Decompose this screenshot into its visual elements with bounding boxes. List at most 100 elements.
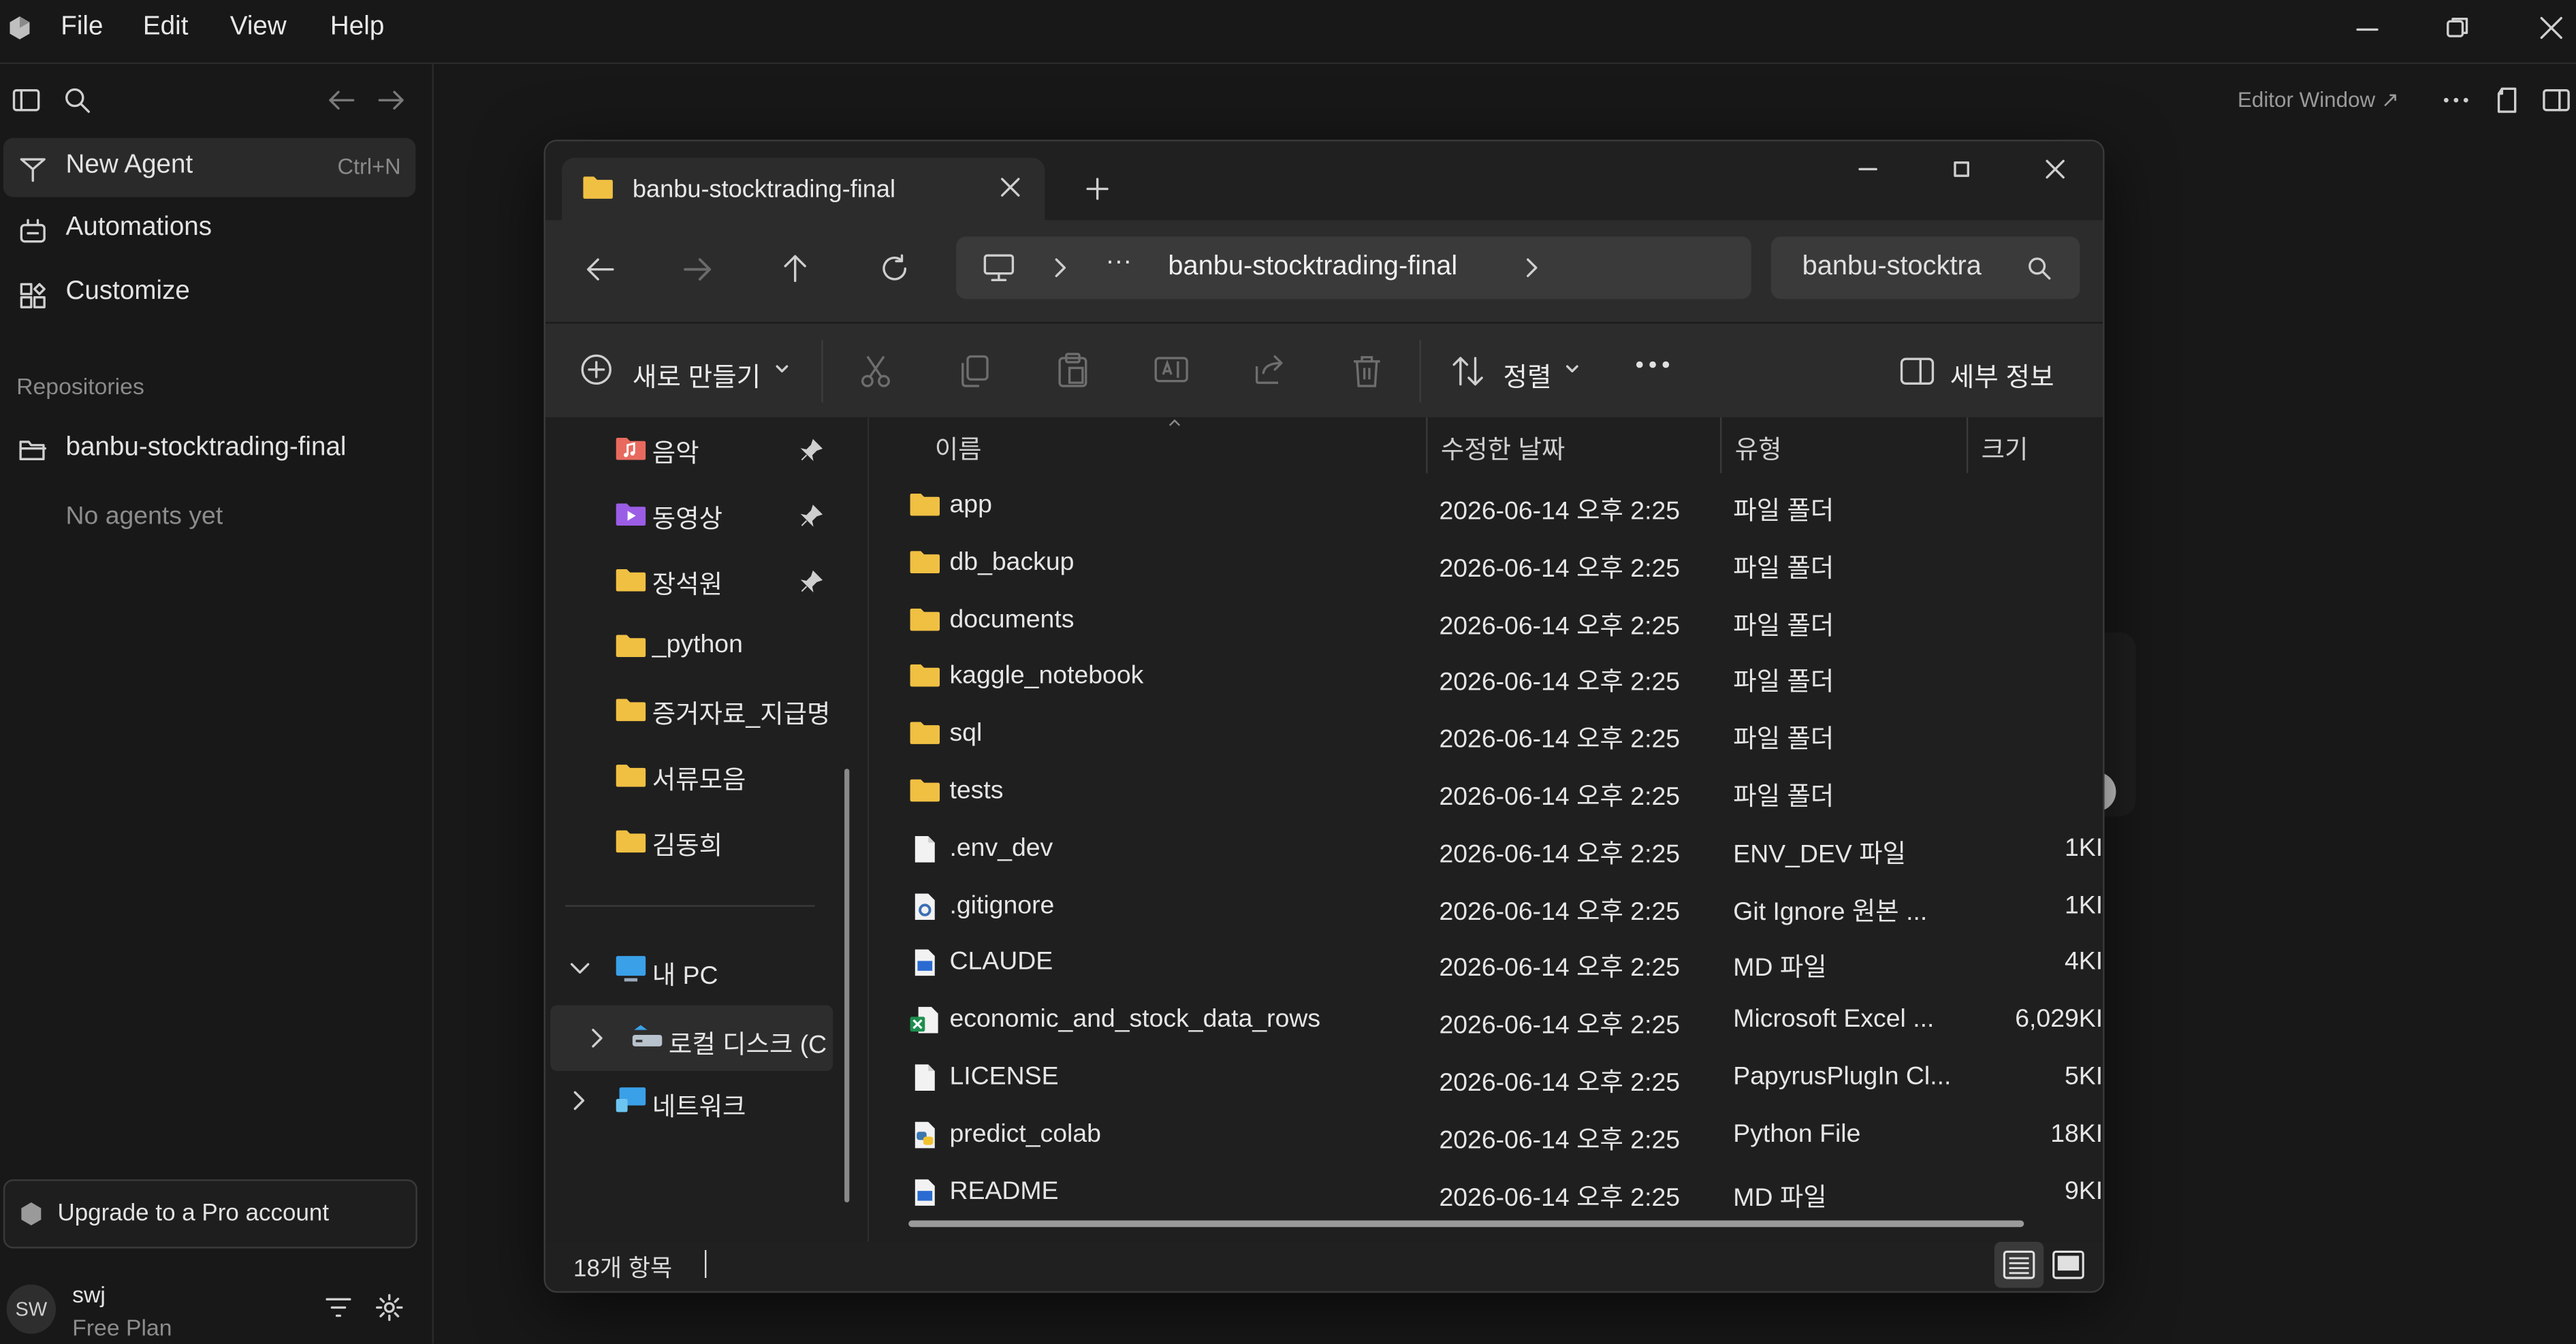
column-size[interactable]: 크기 [1982,430,2029,466]
menu-view[interactable]: View [230,13,287,42]
menu-help[interactable]: Help [330,13,384,42]
file-row[interactable]: kaggle_notebook 2026-06-14 오후 2:25 파일 폴더 [869,650,2103,707]
pin-icon[interactable] [800,438,823,462]
repository-item[interactable]: banbu-stocktrading-final [3,421,416,480]
new-agent-button[interactable]: New Agent Ctrl+N [3,138,416,197]
details-view-button[interactable] [1994,1241,2044,1288]
panel-toggle-icon[interactable] [2541,85,2571,114]
file-row[interactable]: db_backup 2026-06-14 오후 2:25 파일 폴더 [869,535,2103,592]
search-icon[interactable] [63,85,92,114]
details-pane-button[interactable]: 세부 정보 [1884,337,2078,403]
pin-icon[interactable] [800,505,823,528]
nav-item-label: 음악 [652,440,699,468]
nav-item-label: 김동희 [652,833,723,861]
horizontal-scrollbar[interactable] [908,1220,2024,1228]
chevron-right-icon[interactable] [572,1089,588,1113]
refresh-icon[interactable] [879,253,910,285]
column-separator[interactable] [1719,417,1722,473]
menu-edit[interactable]: Edit [143,13,189,42]
filter-icon[interactable] [323,1294,353,1321]
new-file-icon[interactable] [2494,85,2520,114]
chevron-right-icon[interactable] [590,1027,606,1050]
folder-icon [614,566,647,593]
pin-icon[interactable] [800,570,823,593]
file-row[interactable]: economic_and_stock_data_rows 2026-06-14 오… [869,993,2103,1050]
sort-indicator-icon [1166,417,1183,427]
file-row[interactable]: sql 2026-06-14 오후 2:25 파일 폴더 [869,707,2103,764]
customize-button[interactable]: Customize [3,264,416,323]
settings-gear-icon[interactable] [375,1293,404,1322]
paste-icon[interactable] [1056,351,1089,387]
thumbnail-view-icon[interactable] [2052,1250,2084,1279]
breadcrumb-current[interactable]: banbu-stocktrading-final [1168,251,1457,283]
chevron-down-icon[interactable] [569,961,592,977]
menu-file[interactable]: File [61,13,103,42]
file-row[interactable]: CLAUDE 2026-06-14 오후 2:25 MD 파일 4KI [869,935,2103,993]
folder-icon [908,491,941,517]
tree-item-network[interactable]: 네트워크 [545,1079,835,1122]
customize-icon [18,281,48,310]
sidebar-toggle-icon[interactable] [12,87,41,114]
navigation-bar: ··· banbu-stocktrading-final banbu-stock… [545,220,2103,322]
file-modified: 2026-06-14 오후 2:25 [1439,498,1681,526]
gear-file-icon [908,891,941,921]
delete-icon[interactable] [1350,353,1383,389]
sort-button[interactable]: 정렬 [1441,337,1592,403]
breadcrumb-ellipsis[interactable]: ··· [1106,248,1132,277]
minimize-icon[interactable] [2354,16,2381,43]
file-row[interactable]: LICENSE 2026-06-14 오후 2:25 PapyrusPlugIn C… [869,1050,2103,1107]
column-separator[interactable] [1426,417,1428,473]
explorer-close-icon[interactable] [2044,158,2067,181]
video-folder-icon [614,501,647,528]
file-row[interactable]: app 2026-06-14 오후 2:25 파일 폴더 [869,478,2103,535]
back-arrow-icon[interactable] [327,87,356,114]
sort-label: 정렬 [1503,364,1552,393]
search-field[interactable]: banbu-stocktra [1770,236,2080,300]
more-options-icon[interactable] [2441,85,2470,114]
restore-icon[interactable] [2445,15,2471,42]
file-row[interactable]: predict_colab 2026-06-14 오후 2:25 Python Fi… [869,1107,2103,1164]
see-more-icon[interactable] [1635,358,1671,371]
file-row[interactable]: README 2026-06-14 오후 2:25 MD 파일 9KI [869,1164,2103,1221]
explorer-tab[interactable]: banbu-stocktrading-final [562,157,1045,224]
cut-icon[interactable] [859,353,892,389]
copy-icon[interactable] [958,353,991,389]
search-icon[interactable] [2027,256,2052,281]
breadcrumb-next-chevron-icon[interactable] [1523,256,1539,279]
music-folder-icon [614,435,647,462]
upgrade-button[interactable]: Upgrade to a Pro account [3,1179,417,1249]
file-size: 6,029KI [2015,1005,2103,1034]
chevron-down-icon [774,363,790,376]
file-row[interactable]: .gitignore 2026-06-14 오후 2:25 Git Ignore 원… [869,878,2103,935]
plus-circle-icon [580,353,613,386]
up-arrow-icon[interactable] [780,251,810,284]
column-name[interactable]: 이름 [935,430,982,466]
tree-item-local-disk[interactable]: 로컬 디스크 (C [550,1005,833,1072]
file-name: app [949,491,992,519]
file-row[interactable]: documents 2026-06-14 오후 2:25 파일 폴더 [869,592,2103,650]
address-bar[interactable]: ··· banbu-stocktrading-final [956,236,1751,300]
file-modified: 2026-06-14 오후 2:25 [1439,955,1681,983]
file-row[interactable]: tests 2026-06-14 오후 2:25 파일 폴더 [869,764,2103,821]
close-window-icon[interactable] [2538,15,2564,42]
explorer-maximize-icon[interactable] [1950,158,1973,181]
back-icon[interactable] [583,255,616,284]
column-type[interactable]: 유형 [1735,430,1782,466]
column-modified[interactable]: 수정한 날짜 [1441,430,1565,466]
automations-button[interactable]: Automations [3,200,416,259]
tree-item-this-pc[interactable]: 내 PC [545,948,835,991]
editor-window-link[interactable]: Editor Window ↗ [2238,87,2399,114]
forward-icon[interactable] [682,255,714,284]
share-icon[interactable] [1252,353,1288,386]
avatar[interactable]: SW [6,1284,57,1334]
new-tab-icon[interactable] [1084,176,1111,202]
close-tab-icon[interactable] [999,176,1022,199]
navpane-scrollbar[interactable] [844,769,850,1203]
computer-icon [983,253,1015,283]
file-row[interactable]: .env_dev 2026-06-14 오후 2:25 ENV_DEV 파일 1KI [869,821,2103,878]
rename-icon[interactable] [1154,353,1190,386]
explorer-minimize-icon[interactable] [1856,158,1879,181]
column-separator[interactable] [1966,417,1969,473]
forward-arrow-icon[interactable] [376,87,405,114]
new-button[interactable]: 새로 만들기 [562,337,798,403]
